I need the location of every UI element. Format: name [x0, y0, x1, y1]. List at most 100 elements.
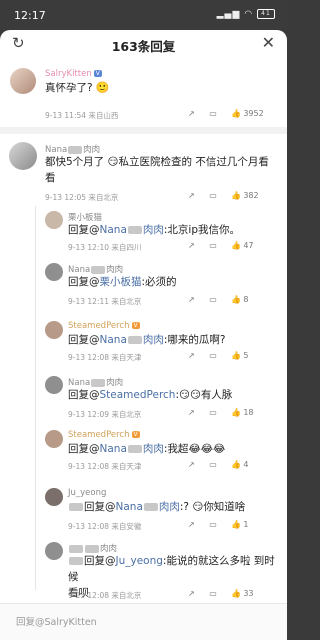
like-count: 1: [243, 520, 249, 529]
avatar[interactable]: [10, 68, 36, 94]
section-divider: [0, 127, 287, 134]
reply-item: 栗小板猫 回复@Nana 肉肉:北京ip我信你。 9-13 12:10 来自四川 …: [0, 208, 287, 263]
reply-input-bar[interactable]: 回复@SalryKitten: [0, 603, 287, 640]
comment-icon[interactable]: ▭: [209, 191, 217, 200]
like-icon[interactable]: 👍: [231, 520, 241, 529]
username[interactable]: SteamedPerch: [68, 430, 130, 440]
comment-icon[interactable]: ▭: [209, 351, 217, 360]
avatar[interactable]: [45, 321, 63, 339]
emoji-icon: 🙂: [95, 81, 110, 94]
comment-icon[interactable]: ▭: [209, 408, 217, 417]
emoji-icon: 😏😏: [179, 389, 201, 401]
mention-link[interactable]: Ju_yeong: [116, 555, 163, 567]
comment-location: 来自安徽: [111, 522, 142, 531]
comment-text: :我超: [163, 443, 189, 455]
emoji-icon: 😏: [192, 501, 204, 513]
like-icon[interactable]: 👍: [231, 351, 241, 360]
like-icon[interactable]: 👍: [231, 295, 241, 304]
comment-text: 都快5个月了: [45, 156, 105, 168]
reply-item: SteamedPerch V 回复@Nana 肉肉:哪来的瓜啊? 9-13 12:0…: [0, 318, 287, 373]
share-icon[interactable]: ↗: [188, 408, 195, 417]
like-count: 5: [243, 351, 249, 360]
wifi-icon: ◠: [244, 9, 254, 20]
comment-text: 真怀孕了?: [45, 82, 93, 94]
avatar[interactable]: [45, 542, 63, 560]
avatar[interactable]: [9, 142, 37, 170]
status-time: 12:17: [14, 9, 46, 22]
share-icon[interactable]: ↗: [188, 460, 195, 469]
reply-count-title: 163条回复: [111, 39, 176, 54]
like-count: 18: [243, 408, 254, 417]
comment-text: :北京ip我信你。: [163, 224, 241, 236]
like-icon[interactable]: 👍: [231, 191, 241, 200]
comment-date: 9-13 12:08: [68, 522, 110, 531]
comment-text: :哪来的瓜啊?: [163, 334, 226, 346]
mention-link[interactable]: Nana 肉肉: [116, 501, 180, 513]
comment-date: 9-13 11:54: [45, 111, 87, 120]
vip-badge: V: [93, 70, 102, 77]
avatar[interactable]: [45, 211, 63, 229]
reply-item: Nana 肉肉 回复@SteamedPerch:😏😏有人脉 9-13 12:09 …: [0, 373, 287, 428]
comment-date: 9-13 12:11: [68, 297, 110, 306]
comment-date: 9-13 12:08: [68, 591, 110, 600]
comment-icon[interactable]: ▭: [209, 295, 217, 304]
comment-text: 有人脉: [200, 389, 233, 401]
reply-sheet: ↻ 163条回复 ✕ SalryKitten V 真怀孕了? 🙂 9-13 11:…: [0, 30, 287, 640]
like-count: 3952: [243, 109, 264, 118]
avatar[interactable]: [45, 376, 63, 394]
vip-badge: V: [131, 322, 140, 329]
mention-link[interactable]: 栗小板猫: [100, 276, 142, 288]
comment-icon[interactable]: ▭: [209, 520, 217, 529]
share-icon[interactable]: ↗: [188, 241, 195, 250]
comment-location: 来自天津: [111, 353, 142, 362]
mention-link[interactable]: Nana 肉肉: [100, 224, 164, 236]
share-icon[interactable]: ↗: [188, 589, 195, 598]
status-icons: ▂▄▆ ◠ 41: [217, 9, 275, 20]
like-count: 382: [243, 191, 259, 200]
comment-location: 来自山西: [88, 111, 119, 120]
comment-icon[interactable]: ▭: [209, 460, 217, 469]
battery-icon: 41: [257, 9, 275, 19]
comment-date: 9-13 12:08: [68, 353, 110, 362]
reply-item: Ju_yeong 回复@Nana 肉肉:? 😏你知道啥 9-13 12:08 来自…: [0, 485, 287, 540]
comment-location: 来自北京: [111, 591, 142, 600]
share-icon[interactable]: ↗: [188, 351, 195, 360]
username[interactable]: Ju_yeong: [68, 488, 106, 498]
reply-item: Nana 肉肉 回复@栗小板猫:必须的 9-13 12:11 来自北京 ↗ ▭ 👍…: [0, 260, 287, 315]
reply-input[interactable]: 回复@SalryKitten: [16, 614, 97, 628]
comment-text: :必须的: [141, 276, 177, 288]
like-icon[interactable]: 👍: [231, 460, 241, 469]
comment-date: 9-13 12:10: [68, 243, 110, 252]
comment-location: 来自北京: [111, 410, 142, 419]
comment-icon[interactable]: ▭: [209, 589, 217, 598]
avatar[interactable]: [45, 263, 63, 281]
mention-link[interactable]: Nana 肉肉: [100, 334, 164, 346]
like-icon[interactable]: 👍: [231, 408, 241, 417]
comment-item: Nana 肉肉 都快5个月了 😏私立医院检查的 不信过几个月看 看 9-13 12…: [0, 140, 287, 202]
reply-header: ↻ 163条回复 ✕: [0, 30, 287, 60]
avatar[interactable]: [45, 488, 63, 506]
close-icon[interactable]: ✕: [262, 33, 275, 52]
like-icon[interactable]: 👍: [231, 241, 241, 250]
comment-date: 9-13 12:05: [45, 193, 87, 202]
share-icon[interactable]: ↗: [188, 295, 195, 304]
reply-item: 肉肉 回复@Ju_yeong:能说的就这么多啦 到时候 看呗 9-13 12:0…: [0, 539, 287, 603]
comment-location: 来自四川: [111, 243, 142, 252]
comment-location: 来自北京: [88, 193, 119, 202]
username[interactable]: SteamedPerch: [68, 321, 130, 331]
like-icon[interactable]: 👍: [231, 109, 241, 118]
share-icon[interactable]: ↗: [188, 109, 195, 118]
like-count: 4: [243, 460, 249, 469]
status-bar: 12:17 ▂▄▆ ◠ 41: [0, 0, 287, 30]
mention-link[interactable]: SteamedPerch: [100, 389, 176, 401]
reply-item: SteamedPerch V 回复@Nana 肉肉:我超😂😂😂 9-13 12:08…: [0, 427, 287, 482]
comment-icon[interactable]: ▭: [209, 241, 217, 250]
comment-icon[interactable]: ▭: [209, 109, 217, 118]
mention-link[interactable]: Nana 肉肉: [100, 443, 164, 455]
share-icon[interactable]: ↗: [188, 191, 195, 200]
like-icon[interactable]: 👍: [231, 589, 241, 598]
share-icon[interactable]: ↗: [188, 520, 195, 529]
username[interactable]: SalryKitten: [45, 69, 92, 79]
signal-icon: ▂▄▆: [216, 9, 241, 20]
avatar[interactable]: [45, 430, 63, 448]
